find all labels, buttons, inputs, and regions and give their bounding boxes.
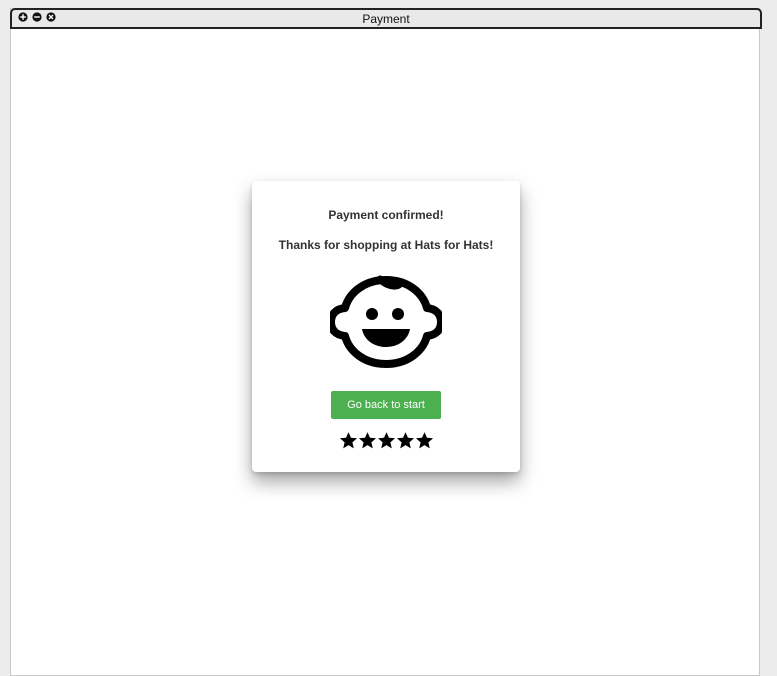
- star-icon[interactable]: [339, 431, 358, 450]
- payment-window: Payment Payment confirmed! Thanks for sh…: [10, 8, 762, 676]
- title-bar: Payment: [10, 8, 762, 29]
- thank-you-message: Thanks for shopping at Hats for Hats!: [278, 238, 494, 252]
- go-back-button[interactable]: Go back to start: [331, 391, 441, 419]
- baby-face-icon: [330, 275, 442, 368]
- star-icon[interactable]: [358, 431, 377, 450]
- confirmation-card: Payment confirmed! Thanks for shopping a…: [252, 181, 520, 472]
- star-icon[interactable]: [377, 431, 396, 450]
- confirmation-title: Payment confirmed!: [328, 208, 444, 222]
- window-title: Payment: [362, 12, 410, 26]
- star-icon[interactable]: [415, 431, 434, 450]
- star-rating: [252, 431, 520, 450]
- star-icon[interactable]: [396, 431, 415, 450]
